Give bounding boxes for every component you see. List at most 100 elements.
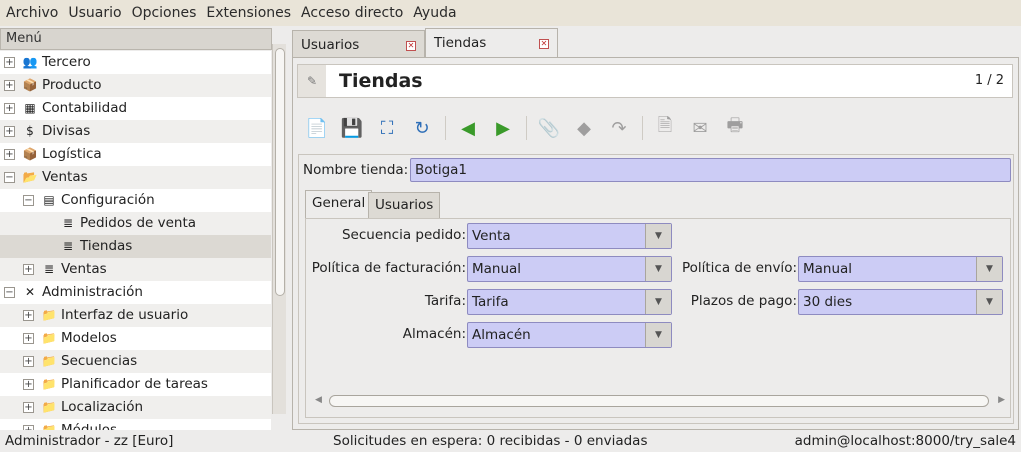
expand-icon[interactable]: + (23, 264, 34, 275)
warehouse-value: Almacén (472, 327, 531, 343)
sidebar-item[interactable]: + 📦 Logística (0, 143, 271, 166)
tariff-value: Tarifa (472, 294, 509, 310)
tab-tiendas[interactable]: Tiendas ✕ (425, 28, 558, 58)
sidebar-item[interactable]: + $ Divisas (0, 120, 271, 143)
save-icon[interactable]: 💾 (338, 114, 366, 142)
expand-icon[interactable]: + (4, 126, 15, 137)
tab-usuarios-sub[interactable]: Usuarios (368, 192, 441, 218)
chevron-down-icon[interactable]: ▼ (645, 257, 671, 281)
sidebar-item[interactable]: +📁Módulos (0, 419, 271, 430)
tab-usuarios[interactable]: Usuarios ✕ (292, 30, 425, 58)
collapse-icon[interactable]: − (4, 287, 15, 298)
sidebar-item-label: Ventas (42, 169, 88, 185)
sidebar-item-label: Producto (42, 77, 102, 93)
chevron-down-icon[interactable]: ▼ (645, 290, 671, 314)
sidebar-item[interactable]: + ≣ Ventas (0, 258, 271, 281)
sidebar-item[interactable]: − ▤ Configuración (0, 189, 271, 212)
tree-scrollbar[interactable] (272, 44, 286, 414)
currency-icon: $ (26, 124, 34, 138)
menu-opciones[interactable]: Opciones (132, 5, 197, 21)
close-icon[interactable]: ✕ (539, 39, 549, 49)
menu-ayuda[interactable]: Ayuda (413, 5, 456, 21)
tariff-select[interactable]: Tarifa ▼ (467, 289, 672, 315)
shipment-policy-label: Política de envío: (681, 260, 797, 276)
sidebar-item[interactable]: + 📁 Secuencias (0, 350, 271, 373)
sidebar-item-label: Configuración (61, 192, 155, 208)
report-icon[interactable]: 🗎 (651, 114, 679, 142)
chevron-down-icon[interactable]: ▼ (645, 224, 671, 248)
sidebar-item-label: Módulos (61, 422, 118, 430)
sidebar-item[interactable]: + 👥 Tercero (0, 51, 271, 74)
attachment-icon[interactable]: 📎 (535, 114, 563, 142)
expand-icon[interactable]: + (4, 149, 15, 160)
sidebar-item[interactable]: − ✕ Administración (0, 281, 271, 304)
sidebar-item-label: Divisas (42, 123, 91, 139)
chevron-down-icon[interactable]: ▼ (976, 257, 1002, 281)
sequence-label: Secuencia pedido: (341, 227, 466, 243)
menu-extensiones[interactable]: Extensiones (206, 5, 291, 21)
expand-icon[interactable]: + (23, 402, 34, 413)
logistics-icon: 📦 (22, 147, 38, 161)
relate-icon[interactable]: ↷ (605, 114, 633, 142)
status-user: Administrador - zz [Euro] (5, 433, 174, 449)
payment-term-select[interactable]: 30 dies ▼ (798, 289, 1003, 315)
folder-icon: 📁 (41, 423, 57, 430)
sidebar-item[interactable]: + 📁 Modelos (0, 327, 271, 350)
expand-icon[interactable]: + (4, 103, 15, 114)
expand-icon[interactable]: + (23, 310, 34, 321)
scroll-left-icon[interactable]: ◀ (315, 395, 322, 405)
sidebar-item[interactable]: + 📁 Localización (0, 396, 271, 419)
warehouse-select[interactable]: Almacén ▼ (467, 322, 672, 348)
new-icon[interactable]: 📄 (303, 114, 331, 142)
sidebar-item[interactable]: ≣ Tiendas (0, 235, 271, 258)
config-icon: ▤ (43, 193, 55, 207)
collapse-icon[interactable]: − (4, 172, 15, 183)
tab-usuarios-sub-label: Usuarios (375, 197, 434, 213)
chevron-down-icon[interactable]: ▼ (976, 290, 1002, 314)
invoice-policy-select[interactable]: Manual ▼ (467, 256, 672, 282)
sidebar-item[interactable]: − 📂 Ventas (0, 166, 271, 189)
name-field[interactable]: Botiga1 (410, 158, 1011, 182)
shipment-policy-value: Manual (803, 261, 853, 277)
expand-icon[interactable]: + (23, 379, 34, 390)
chevron-down-icon[interactable]: ▼ (645, 323, 671, 347)
expand-icon[interactable]: + (23, 356, 34, 367)
action-icon[interactable]: ◆ (570, 114, 598, 142)
email-icon[interactable]: ✉ (686, 114, 714, 142)
toolbar-separator (526, 116, 527, 140)
scroll-right-icon[interactable]: ▶ (998, 395, 1005, 405)
menu-acceso-directo[interactable]: Acceso directo (301, 5, 403, 21)
tab-general[interactable]: General (305, 190, 373, 219)
sequence-select[interactable]: Venta ▼ (467, 223, 672, 249)
expand-icon[interactable]: + (23, 333, 34, 344)
warehouse-label: Almacén: (402, 326, 466, 342)
sidebar-item-label: Ventas (61, 261, 107, 277)
expand-icon[interactable]: + (4, 80, 15, 91)
expand-icon[interactable]: + (4, 57, 15, 68)
tree-scrollbar-thumb[interactable] (275, 48, 285, 296)
people-icon: 👥 (22, 55, 38, 69)
menu-archivo[interactable]: Archivo (6, 5, 58, 21)
collapse-icon[interactable]: − (23, 195, 34, 206)
tab-general-label: General (312, 195, 366, 211)
sidebar-item[interactable]: + ▦ Contabilidad (0, 97, 271, 120)
tools-icon: ✎ (298, 65, 326, 97)
form-hscrollbar[interactable]: ◀ ▶ (315, 393, 1005, 409)
folder-icon: 📁 (41, 377, 57, 391)
menu-usuario[interactable]: Usuario (68, 5, 121, 21)
switch-view-icon[interactable]: ⛶ (373, 114, 401, 142)
sidebar-item-label: Tercero (42, 54, 91, 70)
close-icon[interactable]: ✕ (406, 41, 416, 51)
sidebar-item-label: Secuencias (61, 353, 138, 369)
hscrollbar-thumb[interactable] (329, 395, 989, 407)
previous-icon[interactable]: ◀ (454, 114, 482, 142)
shipment-policy-select[interactable]: Manual ▼ (798, 256, 1003, 282)
sidebar-item[interactable]: + 📁 Interfaz de usuario (0, 304, 271, 327)
reload-icon[interactable]: ↻ (408, 114, 436, 142)
sidebar-item[interactable]: ≣ Pedidos de venta (0, 212, 271, 235)
tab-tiendas-label: Tiendas (434, 35, 487, 51)
next-icon[interactable]: ▶ (489, 114, 517, 142)
sidebar-item[interactable]: + 📦 Producto (0, 74, 271, 97)
sidebar-item[interactable]: + 📁 Planificador de tareas (0, 373, 271, 396)
print-icon[interactable]: 🖶 (721, 114, 749, 142)
